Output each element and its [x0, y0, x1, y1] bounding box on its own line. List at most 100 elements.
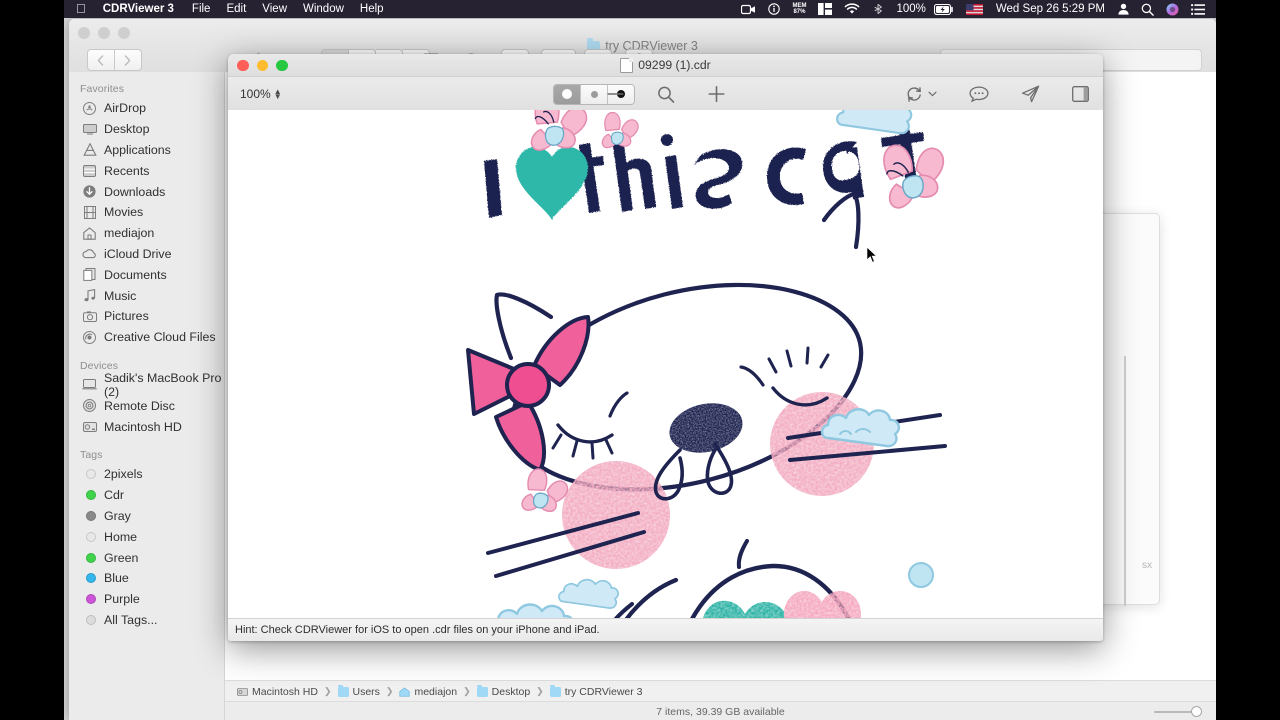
- dot-size-large-button[interactable]: [554, 85, 581, 104]
- sidebar-item-creative-cloud-files[interactable]: Creative Cloud Files: [69, 327, 224, 348]
- finder-sidebar[interactable]: Favorites AirDrop Desktop Applications: [69, 72, 225, 720]
- sidebar-tag-blue[interactable]: Blue: [69, 568, 224, 589]
- sidebar-tag-cdr[interactable]: Cdr: [69, 485, 224, 506]
- sidebar-item-documents[interactable]: Documents: [69, 264, 224, 285]
- finder-pathbar[interactable]: Macintosh HD ❯ Users ❯ mediajon ❯: [225, 680, 1216, 702]
- tag-dot-icon: [82, 550, 97, 565]
- menu-item-view[interactable]: View: [254, 0, 295, 18]
- battery-percent-label[interactable]: 100%: [890, 0, 931, 18]
- info-circle-icon[interactable]: [762, 3, 786, 15]
- notification-center-icon[interactable]: [1185, 4, 1211, 15]
- menu-item-edit[interactable]: Edit: [218, 0, 254, 18]
- sidebar-toggle-button[interactable]: [1072, 86, 1089, 102]
- creative-cloud-icon: [82, 330, 97, 345]
- tag-dot-icon: [82, 488, 97, 503]
- sidebar-item-label: Documents: [104, 268, 167, 282]
- menu-item-help[interactable]: Help: [352, 0, 392, 18]
- bluetooth-icon[interactable]: [866, 3, 890, 15]
- finder-minimize-button[interactable]: [98, 27, 110, 39]
- forward-button[interactable]: [115, 49, 142, 71]
- us-flag-icon[interactable]: [960, 4, 989, 15]
- cdrviewer-canvas[interactable]: 276 мм: [228, 110, 1103, 619]
- pathbar-segment-users[interactable]: Users: [338, 686, 380, 698]
- sidebar-item-music[interactable]: Music: [69, 285, 224, 306]
- sidebar-tag-green[interactable]: Green: [69, 547, 224, 568]
- pathbar-segment-try-cdrviewer-3[interactable]: try CDRViewer 3: [550, 686, 643, 698]
- sidebar-item-applications[interactable]: Applications: [69, 140, 224, 161]
- pathbar-segment-mediajon[interactable]: mediajon: [399, 686, 457, 698]
- applications-icon: [82, 142, 97, 157]
- sidebar-item-pictures[interactable]: Pictures: [69, 306, 224, 327]
- desktop:  CDRViewer 3 File Edit View Window Help…: [64, 0, 1216, 720]
- memory-usage-indicator[interactable]: MEM 87%: [786, 3, 812, 16]
- finder-window-controls[interactable]: [78, 27, 130, 39]
- pathbar-label: Desktop: [492, 686, 531, 698]
- sidebar-section-favorites-title: Favorites: [69, 80, 224, 98]
- sidebar-item-macintosh-hd[interactable]: Macintosh HD: [69, 416, 224, 437]
- comment-button[interactable]: [969, 86, 989, 102]
- desktop-folder-icon: [477, 687, 488, 697]
- camera-icon: [82, 309, 97, 324]
- cdrviewer-titlebar[interactable]: 09299 (1).cdr: [228, 54, 1103, 77]
- share-button[interactable]: [1021, 85, 1040, 103]
- sidebar-item-desktop[interactable]: Desktop: [69, 119, 224, 140]
- sidebar-item-label: All Tags...: [104, 613, 158, 627]
- tag-dot-icon: [82, 529, 97, 544]
- sidebar-item-airdrop[interactable]: AirDrop: [69, 98, 224, 119]
- sidebar-item-mediajon[interactable]: mediajon: [69, 223, 224, 244]
- battery-charging-icon[interactable]: [932, 4, 960, 15]
- menu-clock[interactable]: Wed Sep 26 5:29 PM: [989, 0, 1112, 18]
- sidebar-item-movies[interactable]: Movies: [69, 202, 224, 223]
- search-icon[interactable]: [1135, 3, 1160, 16]
- chevron-down-icon: [928, 91, 937, 97]
- sidebar-item-downloads[interactable]: Downloads: [69, 181, 224, 202]
- display-split-icon[interactable]: [812, 3, 838, 15]
- sidebar-tag-all-tags[interactable]: All Tags...: [69, 610, 224, 631]
- stepper-updown-icon[interactable]: ▲▼: [274, 89, 282, 99]
- finder-zoom-button[interactable]: [118, 27, 130, 39]
- zoom-level-stepper[interactable]: 100% ▲▼: [240, 87, 282, 101]
- sidebar-item-recents[interactable]: Recents: [69, 160, 224, 181]
- cdrviewer-title: 09299 (1).cdr: [228, 58, 1103, 73]
- wifi-icon[interactable]: [838, 3, 866, 15]
- icon-size-slider[interactable]: [1154, 708, 1202, 715]
- cdrviewer-window[interactable]: 09299 (1).cdr 100% ▲▼: [228, 54, 1103, 641]
- pathbar-segment-macintosh-hd[interactable]: Macintosh HD: [237, 686, 318, 698]
- sidebar-tag-purple[interactable]: Purple: [69, 589, 224, 610]
- zoom-in-button[interactable]: [708, 86, 724, 102]
- sidebar-item-label: 2pixels: [104, 467, 143, 481]
- rotate-button[interactable]: [906, 86, 937, 103]
- music-note-icon: [82, 288, 97, 303]
- menu-item-window[interactable]: Window: [295, 0, 352, 18]
- video-camera-icon[interactable]: [735, 4, 762, 15]
- sidebar-item-sadiks-macbook-pro[interactable]: Sadik's MacBook Pro (2): [69, 375, 224, 396]
- pathbar-label: Macintosh HD: [252, 686, 318, 698]
- finder-close-button[interactable]: [78, 27, 90, 39]
- magnifier-button[interactable]: [657, 86, 674, 103]
- back-button[interactable]: [87, 49, 115, 71]
- sidebar-item-label: Green: [104, 551, 138, 565]
- sidebar-tag-home[interactable]: Home: [69, 526, 224, 547]
- sidebar-item-label: Macintosh HD: [104, 420, 182, 434]
- users-folder-icon: [338, 687, 349, 697]
- pathbar-segment-desktop[interactable]: Desktop: [477, 686, 531, 698]
- sidebar-item-label: Home: [104, 530, 137, 544]
- sidebar-item-icloud-drive[interactable]: iCloud Drive: [69, 244, 224, 265]
- apple-logo-icon[interactable]: : [72, 2, 95, 16]
- sidebar-tag-2pixels[interactable]: 2pixels: [69, 464, 224, 485]
- pathbar-label: try CDRViewer 3: [565, 686, 643, 698]
- statusbar-text: 7 items, 39.39 GB available: [656, 706, 784, 718]
- menu-app-name[interactable]: CDRViewer 3: [95, 0, 184, 18]
- background-window-edge: [1124, 356, 1126, 606]
- siri-icon[interactable]: [1160, 3, 1185, 16]
- zoom-out-button[interactable]: [607, 92, 623, 96]
- dot-size-medium-button[interactable]: [581, 85, 608, 104]
- user-icon[interactable]: [1112, 3, 1135, 15]
- cdrviewer-zoom-controls: [607, 86, 724, 103]
- sidebar-item-label: iCloud Drive: [104, 247, 171, 261]
- menu-item-file[interactable]: File: [184, 0, 219, 18]
- sidebar-tag-gray[interactable]: Gray: [69, 506, 224, 527]
- slider-knob[interactable]: [1191, 706, 1202, 717]
- sidebar-toggle-icon: [1072, 86, 1089, 102]
- laptop-icon: [82, 377, 97, 392]
